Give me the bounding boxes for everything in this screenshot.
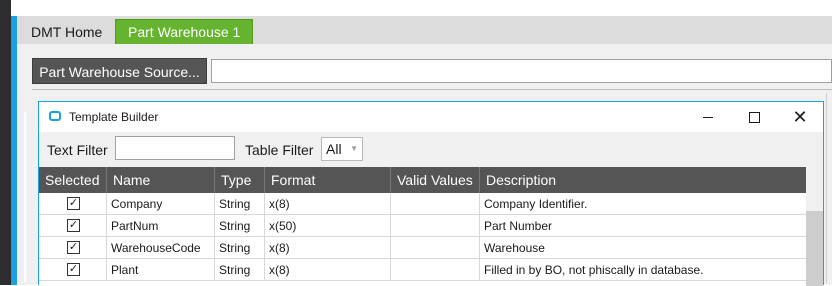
table-filter-label: Table Filter <box>245 142 314 158</box>
table-filter-select[interactable]: All ▼ <box>321 137 363 161</box>
column-header-selected[interactable]: Selected <box>39 167 107 193</box>
selected-cell: ✓ <box>39 193 107 215</box>
maximize-button[interactable] <box>731 102 777 132</box>
column-header-valid-values[interactable]: Valid Values <box>391 167 480 193</box>
description-cell: Part Number <box>484 219 553 233</box>
scrollbar-thumb[interactable] <box>806 211 823 286</box>
name-cell: PartNum <box>107 215 215 237</box>
left-edge-panel <box>0 0 11 285</box>
maximize-icon <box>748 112 760 124</box>
valid-values-cell <box>391 193 480 215</box>
minimize-icon <box>703 117 713 119</box>
column-header-type[interactable]: Type <box>215 167 265 193</box>
tab-strip: DMT Home Part Warehouse 1 <box>17 16 832 44</box>
name-cell: WarehouseCode <box>107 237 215 259</box>
tab-part-warehouse-1[interactable]: Part Warehouse 1 <box>115 19 254 44</box>
table-row[interactable]: ✓ WarehouseCode String x(8) Warehouse <box>39 237 806 259</box>
top-strip <box>17 0 832 16</box>
row-checkbox[interactable]: ✓ <box>67 263 80 276</box>
format-cell: x(8) <box>265 237 391 259</box>
name-cell: Plant <box>107 259 215 281</box>
selected-cell: ✓ <box>39 215 107 237</box>
column-header-description[interactable]: Description <box>480 167 806 193</box>
format-cell: x(8) <box>265 259 391 281</box>
checkmark-icon: ✓ <box>68 219 79 231</box>
valid-values-cell <box>391 215 480 237</box>
type-cell: String <box>215 237 265 259</box>
row-checkbox[interactable]: ✓ <box>67 241 80 254</box>
selected-cell: ✓ <box>39 237 107 259</box>
table-filter-value: All <box>326 141 342 157</box>
column-header-format[interactable]: Format <box>265 167 391 193</box>
part-warehouse-source-button[interactable]: Part Warehouse Source... <box>32 58 207 84</box>
separator <box>32 89 832 90</box>
checkmark-icon: ✓ <box>68 197 79 209</box>
row-checkbox[interactable]: ✓ <box>67 219 80 232</box>
text-filter-input[interactable] <box>115 136 235 160</box>
source-path-input[interactable] <box>211 59 832 83</box>
dropdown-arrow-icon: ▼ <box>350 144 358 153</box>
name-cell: Company <box>107 193 215 215</box>
checkmark-icon: ✓ <box>68 263 79 275</box>
selected-cell: ✓ <box>39 259 107 281</box>
app-window-icon <box>49 111 61 121</box>
side-marker <box>24 112 26 282</box>
checkmark-icon: ✓ <box>68 241 79 253</box>
close-button[interactable]: ✕ <box>777 102 823 132</box>
text-filter-label: Text Filter <box>47 142 108 158</box>
table-row[interactable]: ✓ Plant String x(8) Filled in by BO, not… <box>39 259 806 281</box>
grid-scrollbar[interactable] <box>806 167 823 286</box>
type-cell: String <box>215 215 265 237</box>
valid-values-cell <box>391 237 480 259</box>
template-builder-dialog: Template Builder ✕ Text Filter Table Fil… <box>38 101 824 286</box>
type-cell: String <box>215 259 265 281</box>
description-cell: Filled in by BO, not phiscally in databa… <box>484 263 704 277</box>
dialog-titlebar[interactable]: Template Builder ✕ <box>39 102 823 132</box>
template-grid: Selected Name Type Format Valid Values D… <box>39 167 806 286</box>
table-row[interactable]: ✓ PartNum String x(50) Part Number <box>39 215 806 237</box>
right-border-line <box>826 93 827 283</box>
format-cell: x(8) <box>265 193 391 215</box>
row-checkbox[interactable]: ✓ <box>67 197 80 210</box>
description-cell: Company Identifier. <box>484 197 588 211</box>
type-cell: String <box>215 193 265 215</box>
table-row[interactable]: ✓ Company String x(8) Company Identifier… <box>39 193 806 215</box>
format-cell: x(50) <box>265 215 391 237</box>
close-icon: ✕ <box>792 107 808 127</box>
tab-dmt-home[interactable]: DMT Home <box>21 20 112 44</box>
dialog-title: Template Builder <box>69 110 159 124</box>
column-header-name[interactable]: Name <box>107 167 215 193</box>
valid-values-cell <box>391 259 480 281</box>
grid-header: Selected Name Type Format Valid Values D… <box>39 167 806 193</box>
minimize-button[interactable] <box>685 102 731 132</box>
description-cell: Warehouse <box>484 241 545 255</box>
